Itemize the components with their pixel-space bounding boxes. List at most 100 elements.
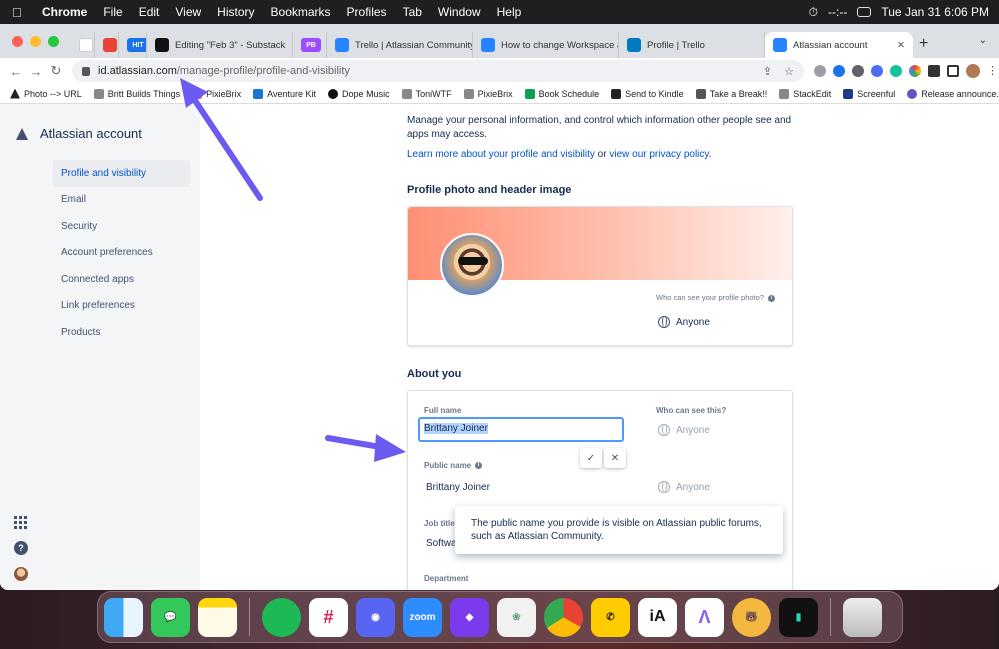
cancel-button[interactable]: ✕ (604, 448, 626, 468)
dock-obsidian[interactable]: ◆ (450, 597, 489, 637)
dock-trash[interactable] (843, 597, 882, 637)
dock-linear[interactable]: Λ (685, 597, 724, 637)
sidebar-item-link-preferences[interactable]: Link preferences (53, 293, 190, 320)
menu-history[interactable]: History (217, 5, 254, 19)
menu-edit[interactable]: Edit (139, 5, 160, 19)
dock-notes[interactable] (198, 597, 237, 637)
zoom-window-button[interactable] (48, 35, 59, 47)
more-menu-icon[interactable]: ⋮ (987, 65, 998, 77)
menu-help[interactable]: Help (497, 5, 522, 19)
bookmark-folder[interactable]: StackEdit (779, 88, 831, 99)
profile-avatar[interactable] (966, 64, 980, 78)
extension-icon[interactable] (814, 65, 826, 77)
menu-tab[interactable]: Tab (403, 5, 422, 19)
menu-file[interactable]: File (103, 5, 122, 19)
menu-view[interactable]: View (175, 5, 201, 19)
tab-atlassian-account[interactable]: Atlassian account ✕ (765, 32, 913, 58)
sidebar-item-account-preferences[interactable]: Account preferences (53, 240, 190, 267)
reload-button[interactable]: ↻ (46, 63, 66, 79)
apple-menu-icon[interactable]:  (12, 5, 26, 20)
extensions-area: ⋮ (814, 64, 998, 78)
dock-lotus[interactable]: ❀ (497, 597, 536, 637)
help-icon[interactable]: ? (14, 541, 28, 555)
learn-more-link[interactable]: Learn more about your profile and visibi… (407, 149, 595, 160)
full-name-visibility-select[interactable]: Anyone (658, 424, 710, 436)
tab-pb[interactable]: PB (293, 32, 327, 58)
tab-pinned-1[interactable] (71, 32, 95, 58)
grammarly-icon[interactable] (890, 65, 902, 77)
bookmark-item[interactable]: Photo --> URL (10, 88, 82, 99)
bookmark-folder[interactable]: PixieBrix (463, 88, 513, 99)
lock-icon[interactable] (82, 66, 90, 76)
profile-photo[interactable] (440, 233, 504, 297)
bookmark-item[interactable]: Send to Kindle (611, 88, 684, 99)
tab-search-chevron-icon[interactable]: ⌄ (979, 35, 987, 46)
user-avatar[interactable] (14, 567, 28, 581)
extension-icon[interactable] (909, 65, 921, 77)
bookmark-item[interactable]: Book Schedule (524, 88, 599, 99)
tab-trello-profile[interactable]: Profile | Trello (619, 32, 765, 58)
dock-chrome[interactable] (544, 597, 583, 637)
sidebar-item-connected-apps[interactable]: Connected apps (53, 266, 190, 293)
puzzle-extensions-icon[interactable] (928, 65, 940, 77)
sidebar-footer-icons: ? (14, 516, 28, 581)
atlassian-logo[interactable]: Atlassian account (16, 126, 142, 141)
department-label: Department (424, 574, 469, 583)
menu-bookmarks[interactable]: Bookmarks (271, 5, 331, 19)
tab-atlassian-community[interactable]: Trello | Atlassian Community (327, 32, 473, 58)
tab-hit[interactable]: HIT (119, 32, 147, 58)
annotation-arrow-url (180, 78, 263, 201)
info-icon[interactable]: i (767, 294, 775, 302)
app-switcher-icon[interactable] (14, 516, 27, 529)
dock-messages[interactable]: 💬 (151, 597, 190, 637)
extension-icon[interactable] (871, 65, 883, 77)
minimize-window-button[interactable] (30, 35, 41, 47)
extension-icon[interactable] (852, 65, 864, 77)
bookmark-item[interactable]: Dope Music (328, 88, 390, 99)
pb-favicon: PB (301, 38, 321, 52)
control-center-icon[interactable] (857, 7, 872, 17)
dock-ia-writer[interactable]: iA (638, 597, 677, 637)
menu-window[interactable]: Window (438, 5, 481, 19)
extension-icon[interactable] (833, 65, 845, 77)
dock-discord[interactable]: ◉ (356, 597, 395, 637)
bookmark-star-icon[interactable]: ☆ (784, 65, 794, 78)
bookmark-item[interactable]: Take a Break!! (695, 88, 767, 99)
bookmark-item[interactable]: Screenful (843, 88, 895, 99)
dock-finder[interactable] (104, 597, 143, 637)
privacy-policy-link[interactable]: view our privacy policy (609, 149, 708, 160)
info-icon[interactable]: i (475, 462, 483, 470)
dock-spotify[interactable] (262, 597, 301, 637)
dock-zoom[interactable]: zoom (403, 597, 442, 637)
menu-app-name[interactable]: Chrome (42, 5, 87, 19)
tab-workspace-help[interactable]: How to change Workspace a (473, 32, 619, 58)
sidebar-toggle-icon[interactable] (947, 65, 959, 77)
close-window-button[interactable] (12, 35, 23, 47)
menu-profiles[interactable]: Profiles (347, 5, 387, 19)
sidebar-item-security[interactable]: Security (53, 213, 190, 240)
dock-bear[interactable]: 🐻 (732, 597, 771, 637)
dock-slack[interactable]: # (309, 597, 348, 637)
dock-whatsapp[interactable]: ✆ (591, 597, 630, 637)
share-icon[interactable]: ⇪ (763, 65, 772, 78)
confirm-button[interactable]: ✓ (580, 448, 602, 468)
menubar-clock[interactable]: Tue Jan 31 6:06 PM (881, 5, 989, 19)
tab-close-icon[interactable]: ✕ (285, 40, 292, 51)
forward-button[interactable]: → (26, 64, 46, 79)
tab-close-icon[interactable]: ✕ (889, 40, 905, 51)
full-name-input[interactable]: Brittany Joiner (418, 417, 624, 442)
job-title-value[interactable]: Softwa (426, 538, 457, 549)
bookmark-folder[interactable]: Britt Builds Things (93, 88, 180, 99)
bookmark-folder[interactable]: ToniWTF (401, 88, 452, 99)
dock-streaks[interactable]: ▮ (779, 597, 818, 637)
public-name-visibility-select[interactable]: Anyone (658, 481, 710, 493)
bookmark-item[interactable]: Release announce... (907, 88, 999, 99)
tab-substack[interactable]: Editing "Feb 3" - Substack✕ (147, 32, 293, 58)
timer-icon[interactable]: ⏱ (809, 5, 818, 20)
tab-pinned-2[interactable] (95, 32, 119, 58)
sidebar-item-products[interactable]: Products (53, 319, 190, 346)
public-name-value[interactable]: Brittany Joiner (426, 482, 490, 493)
photo-visibility-select[interactable]: Anyone (658, 316, 710, 328)
new-tab-button[interactable]: + (919, 35, 928, 53)
back-button[interactable]: ← (6, 64, 26, 79)
